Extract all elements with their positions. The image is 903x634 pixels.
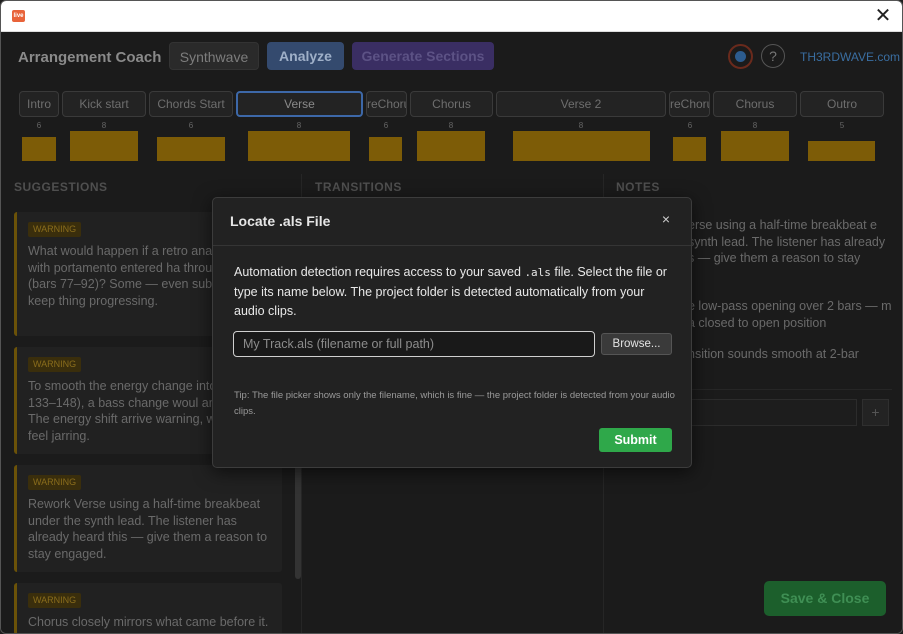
als-extension-code: .als xyxy=(524,266,551,279)
section-energy-bar xyxy=(808,141,875,161)
section-energy-bar xyxy=(22,137,56,161)
section-bars-count: 5 xyxy=(839,121,845,130)
section-energy-bar xyxy=(70,131,138,161)
locate-als-dialog: Locate .als File × Automation detection … xyxy=(212,197,692,468)
als-filename-input[interactable] xyxy=(233,331,595,357)
section-bars-count: 8 xyxy=(448,121,454,130)
section-tab-chorus-1[interactable]: Chorus xyxy=(410,91,493,117)
section-bars-count: 8 xyxy=(578,121,584,130)
section-tab-verse-2[interactable]: Verse 2 xyxy=(496,91,666,117)
section-energy-bar xyxy=(248,131,350,161)
section-tab-outro[interactable]: Outro xyxy=(800,91,884,117)
app-logo-icon: live xyxy=(12,10,25,22)
app-window: live ✕ Arrangement Coach Synthwave Analy… xyxy=(0,0,903,634)
title-bar: live ✕ xyxy=(1,1,902,32)
suggestion-card: WARNING Chorus closely mirrors what came… xyxy=(14,583,282,633)
submit-button[interactable]: Submit xyxy=(599,428,672,452)
section-tab-intro[interactable]: Intro xyxy=(19,91,59,117)
dialog-description-text: Automation detection requires access to … xyxy=(234,265,525,279)
section-energy-bar xyxy=(157,137,225,161)
analyze-button[interactable]: Analyze xyxy=(267,42,344,70)
warning-badge: WARNING xyxy=(28,222,82,237)
dialog-close-icon[interactable]: × xyxy=(659,211,673,227)
section-tab-kick-start[interactable]: Kick start xyxy=(62,91,146,117)
generate-sections-button[interactable]: Generate Sections xyxy=(352,42,494,70)
suggestion-text: Chorus closely mirrors what came before … xyxy=(28,615,269,629)
section-bars-count: 8 xyxy=(101,121,107,130)
suggestion-card: WARNING Rework Verse using a half-time b… xyxy=(14,465,282,572)
dialog-divider xyxy=(213,245,691,246)
section-tab-chorus-2[interactable]: Chorus xyxy=(713,91,797,117)
section-energy-bar xyxy=(513,131,650,161)
app-title: Arrangement Coach xyxy=(18,49,162,66)
suggestion-text: Rework Verse using a half-time breakbeat… xyxy=(28,497,268,561)
window-close-button[interactable]: ✕ xyxy=(872,5,894,27)
section-bars-count: 6 xyxy=(687,121,693,130)
dialog-description: Automation detection requires access to … xyxy=(234,263,674,322)
warning-badge: WARNING xyxy=(28,593,82,608)
note-item: erse using a half-time breakbeat e synth… xyxy=(688,218,886,265)
section-energy-bar xyxy=(673,137,706,161)
search-icon[interactable] xyxy=(728,44,753,69)
section-energy-bar xyxy=(417,131,485,161)
section-bars-count: 6 xyxy=(383,121,389,130)
section-bars-count: 8 xyxy=(752,121,758,130)
browse-button[interactable]: Browse... xyxy=(601,333,672,355)
section-tab-chords-start[interactable]: Chords Start xyxy=(149,91,233,117)
section-tab-rechorus-1[interactable]: reChorus xyxy=(366,91,407,117)
add-note-button[interactable]: + xyxy=(862,399,889,426)
suggestions-heading: SUGGESTIONS xyxy=(14,180,108,194)
section-energy-bar xyxy=(721,131,789,161)
section-tab-verse[interactable]: Verse xyxy=(236,91,363,117)
site-link[interactable]: TH3RDWAVE.com xyxy=(800,50,900,64)
warning-badge: WARNING xyxy=(28,475,82,490)
save-close-button[interactable]: Save & Close xyxy=(764,581,886,616)
note-item: e low-pass opening over 2 bars — m a clo… xyxy=(688,299,892,330)
note-input[interactable] xyxy=(687,399,857,426)
note-item: nsition sounds smooth at 2-bar xyxy=(688,347,859,361)
section-bars-count: 8 xyxy=(296,121,302,130)
section-bars-count: 6 xyxy=(188,121,194,130)
dialog-tip: Tip: The file picker shows only the file… xyxy=(234,390,675,417)
search-icon-dot xyxy=(735,51,746,62)
notes-heading: NOTES xyxy=(616,180,660,194)
section-bars-count: 6 xyxy=(36,121,42,130)
help-button[interactable]: ? xyxy=(761,44,785,68)
warning-badge: WARNING xyxy=(28,357,82,372)
section-tab-rechorus-2[interactable]: reChorus xyxy=(669,91,710,117)
transitions-heading: TRANSITIONS xyxy=(315,180,402,194)
notes-divider xyxy=(687,389,892,390)
style-button[interactable]: Synthwave xyxy=(169,42,259,70)
dialog-title: Locate .als File xyxy=(230,213,331,229)
section-energy-bar xyxy=(369,137,402,161)
